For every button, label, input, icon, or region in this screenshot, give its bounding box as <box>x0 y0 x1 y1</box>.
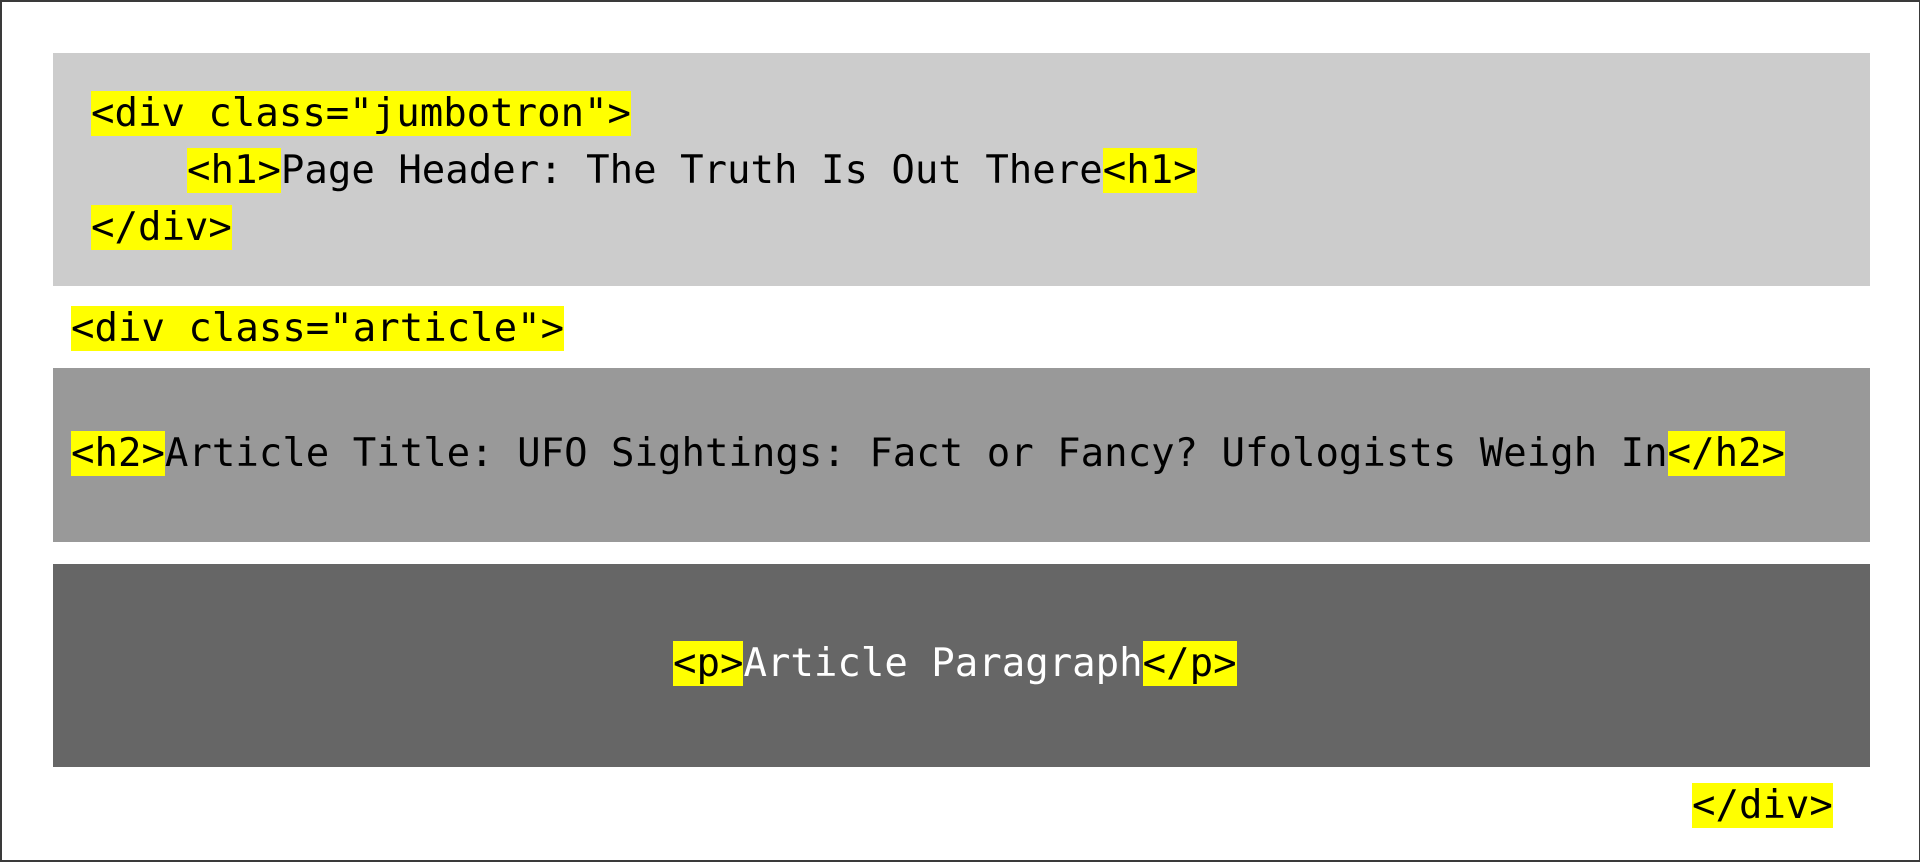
p-close-tag: </p> <box>1142 641 1237 686</box>
article-close-tag: </div> <box>1692 783 1833 828</box>
article-open-tag: <div class="article"> <box>71 306 565 351</box>
article-close-line: </div> <box>1692 778 1833 834</box>
article-open-line: <div class="article"> <box>71 301 565 357</box>
h2-text: Article Title: UFO Sightings: Fact or Fa… <box>164 431 1668 476</box>
paragraph-line: <p>Article Paragraph</p> <box>673 636 1237 692</box>
jumbotron-open-line: <div class="jumbotron"> <box>91 86 632 142</box>
h1-close-tag: <h1> <box>1102 148 1197 193</box>
jumbotron-open-tag: <div class="jumbotron"> <box>91 91 632 136</box>
h2-line: <h2>Article Title: UFO Sightings: Fact o… <box>71 426 1786 482</box>
jumbotron-close-line: </div> <box>91 200 232 256</box>
p-text: Article Paragraph <box>743 641 1143 686</box>
h2-open-tag: <h2> <box>71 431 165 476</box>
p-open-tag: <p> <box>673 641 744 686</box>
h2-close-tag: </h2> <box>1667 431 1786 476</box>
diagram-frame: <div class="jumbotron"> <h1>Page Header:… <box>0 0 1920 862</box>
jumbotron-close-tag: </div> <box>91 205 232 250</box>
h1-open-tag: <h1> <box>187 148 281 193</box>
h1-text: Page Header: The Truth Is Out There <box>280 148 1103 193</box>
h1-line: <h1>Page Header: The Truth Is Out There<… <box>187 143 1197 199</box>
